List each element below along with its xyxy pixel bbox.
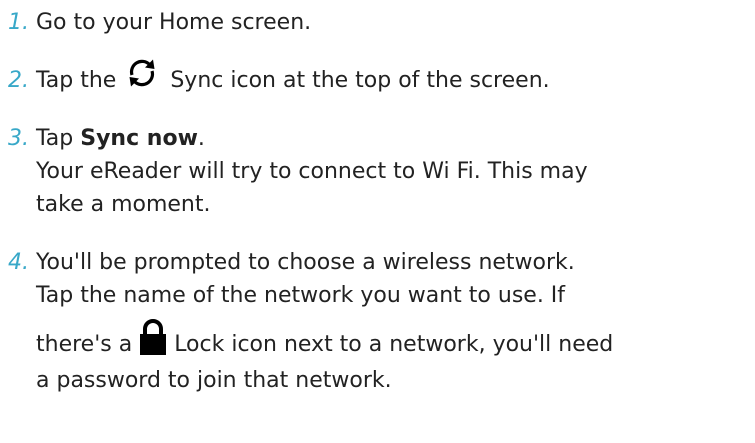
lock-icon	[138, 318, 168, 356]
text-period: .	[197, 126, 205, 151]
step-line: Tap the name of the network you want to …	[36, 283, 566, 308]
step-text: Tap Sync now. Your eReader will try to c…	[36, 122, 755, 221]
step-line: there's a Lock icon next to a network, y…	[36, 319, 755, 364]
step-line: take a moment.	[36, 192, 211, 217]
step-number: 4.	[8, 250, 29, 275]
step-number: 1.	[8, 10, 29, 35]
step-text: Tap the Sync icon at the top of the scre…	[36, 59, 755, 98]
step-line: Your eReader will try to connect to Wi F…	[36, 159, 588, 184]
text-tap: Tap	[36, 126, 74, 151]
step-number: 3.	[8, 126, 29, 151]
text-after-lock-icon: Lock icon next to a network, you'll need	[174, 332, 614, 357]
step-line: Go to your Home screen.	[36, 10, 312, 35]
text-before-lock-icon: there's a	[36, 332, 133, 357]
sync-icon	[125, 56, 159, 90]
step-line: You'll be prompted to choose a wireless …	[36, 250, 575, 275]
sync-now-label: Sync now	[80, 126, 198, 151]
step-line: Tap the Sync icon at the top of the scre…	[36, 59, 755, 98]
step-text: Go to your Home screen.	[36, 6, 755, 39]
text-after-sync-icon: Sync icon at the top of the screen.	[170, 68, 550, 93]
step-text: You'll be prompted to choose a wireless …	[36, 246, 755, 397]
step-line: a password to join that network.	[36, 368, 392, 393]
step-line: Tap Sync now.	[36, 122, 755, 155]
text-before-sync-icon: Tap the	[36, 68, 117, 93]
step-number: 2.	[8, 68, 29, 93]
document-page: { "colors": { "step_number": "#38a8c8", …	[0, 0, 755, 443]
